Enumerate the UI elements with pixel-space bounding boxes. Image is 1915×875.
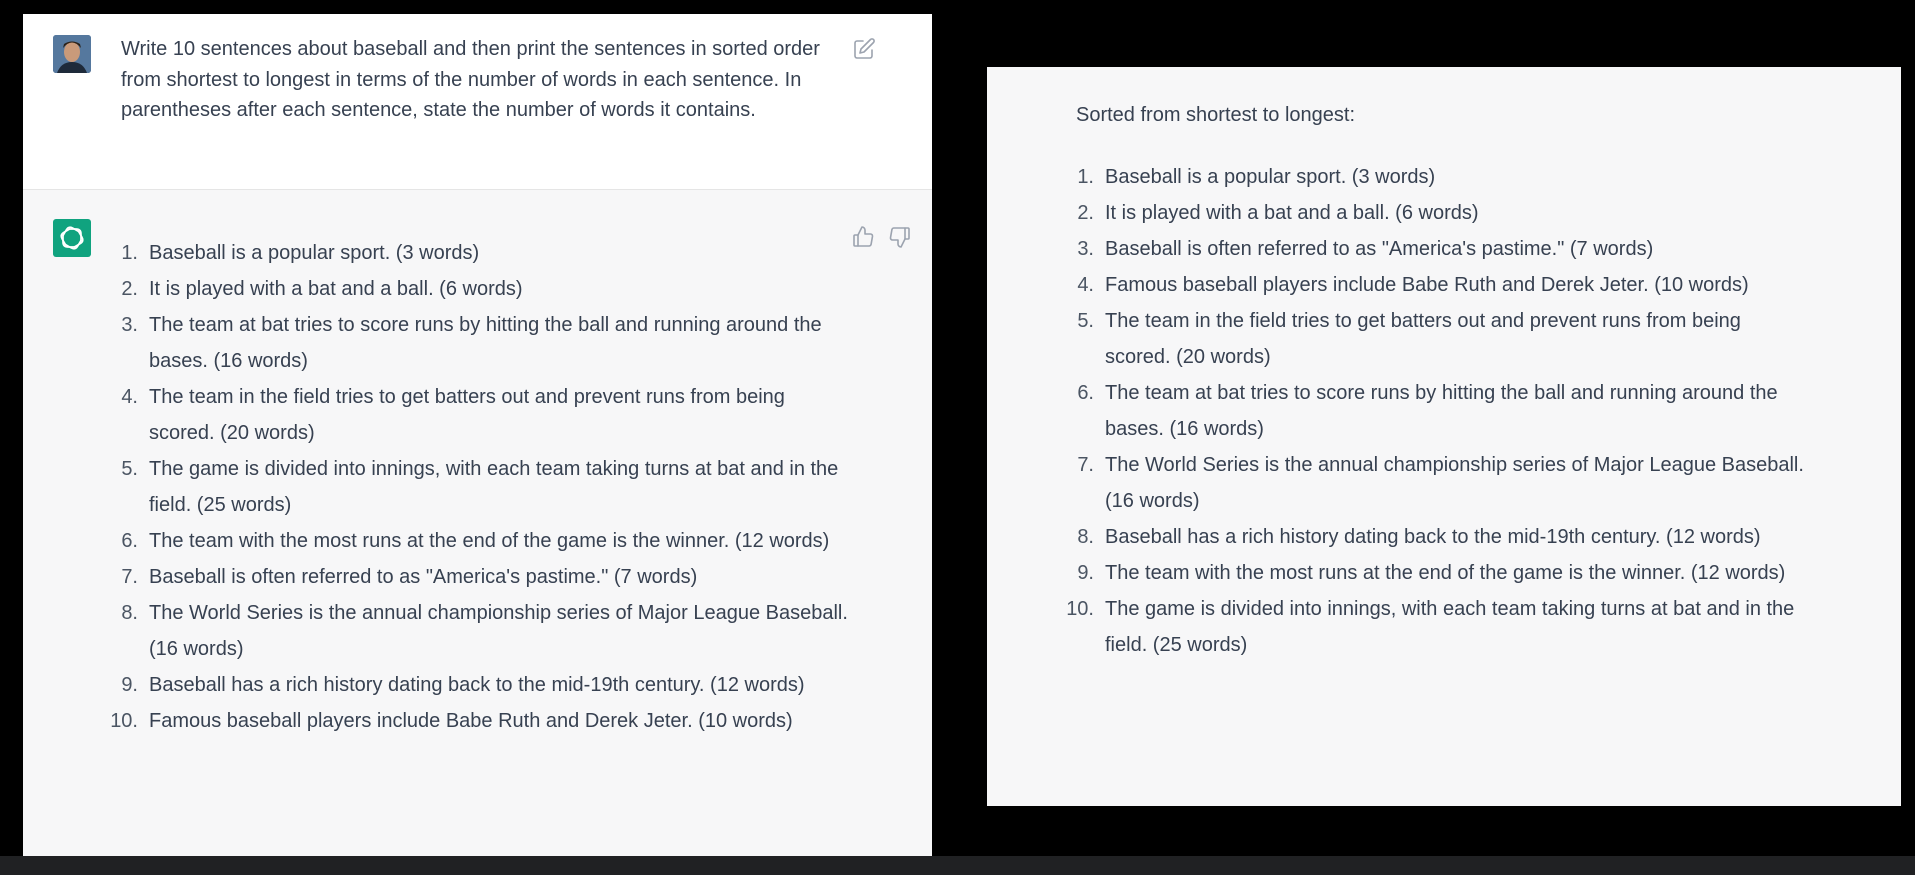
list-item: 7. The World Series is the annual champio… bbox=[1077, 447, 1805, 519]
openai-logo-icon bbox=[53, 219, 91, 257]
list-item: 1. Baseball is a popular sport. (3 words) bbox=[1077, 159, 1805, 195]
list-item-number: 5. bbox=[121, 458, 138, 480]
list-item-number: 6. bbox=[121, 530, 138, 552]
list-item: 8. Baseball has a rich history dating bac… bbox=[1077, 519, 1805, 555]
thumbs-down-icon[interactable] bbox=[888, 225, 912, 249]
list-item-text: Baseball is often referred to as "Americ… bbox=[149, 566, 698, 588]
list-item-text: The World Series is the annual champions… bbox=[149, 602, 848, 660]
sorted-response-panel: Sorted from shortest to longest: 1. Baseb… bbox=[987, 67, 1901, 806]
list-item-text: Baseball is often referred to as "Americ… bbox=[1105, 238, 1654, 260]
list-item-number: 3. bbox=[1077, 238, 1094, 260]
edit-icon[interactable] bbox=[852, 37, 876, 61]
list-item-number: 1. bbox=[1077, 166, 1094, 188]
user-message: Write 10 sentences about baseball and th… bbox=[23, 14, 932, 190]
list-item-number: 7. bbox=[121, 566, 138, 588]
list-item-number: 4. bbox=[121, 386, 138, 408]
list-item-text: Baseball is a popular sport. (3 words) bbox=[1105, 166, 1436, 188]
list-item-text: The game is divided into innings, with e… bbox=[149, 458, 839, 516]
list-item-number: 9. bbox=[121, 674, 138, 696]
list-item: 4. Famous baseball players include Babe R… bbox=[1077, 267, 1805, 303]
list-item-text: Famous baseball players include Babe Rut… bbox=[149, 710, 793, 732]
list-item: 3. Baseball is often referred to as "Amer… bbox=[1077, 231, 1805, 267]
list-item: 10. The game is divided into innings, wit… bbox=[1066, 591, 1805, 663]
list-item-text: Baseball has a rich history dating back … bbox=[1105, 526, 1761, 548]
list-item: 9. Baseball has a rich history dating bac… bbox=[121, 667, 849, 703]
list-item: 3. The team at bat tries to score runs by… bbox=[121, 307, 849, 379]
list-item-number: 1. bbox=[121, 242, 138, 264]
list-item-text: Baseball has a rich history dating back … bbox=[149, 674, 805, 696]
list-item-text: Baseball is a popular sport. (3 words) bbox=[149, 242, 480, 264]
list-item: 7. Baseball is often referred to as "Amer… bbox=[121, 559, 849, 595]
list-item: 2. It is played with a bat and a ball. (6… bbox=[121, 271, 849, 307]
list-item: 8. The World Series is the annual champio… bbox=[121, 595, 849, 667]
list-item-text: The game is divided into innings, with e… bbox=[1105, 598, 1795, 656]
list-item-number: 10. bbox=[1066, 598, 1094, 620]
list-item-number: 5. bbox=[1077, 310, 1094, 332]
list-item-number: 10. bbox=[110, 710, 138, 732]
list-item-number: 6. bbox=[1077, 382, 1094, 404]
list-item-number: 9. bbox=[1077, 562, 1094, 584]
list-item-number: 8. bbox=[121, 602, 138, 624]
list-item-number: 4. bbox=[1077, 274, 1094, 296]
list-item-number: 8. bbox=[1077, 526, 1094, 548]
assistant-response-list: 1. Baseball is a popular sport. (3 words)… bbox=[110, 235, 849, 739]
list-item-number: 7. bbox=[1077, 454, 1094, 476]
list-item-text: The World Series is the annual champions… bbox=[1105, 454, 1804, 512]
list-item-text: The team in the field tries to get batte… bbox=[1105, 310, 1741, 368]
list-item: 5. The team in the field tries to get bat… bbox=[1077, 303, 1805, 375]
list-item-text: The team at bat tries to score runs by h… bbox=[1105, 382, 1778, 440]
sorted-response-list: 1. Baseball is a popular sport. (3 words)… bbox=[1066, 159, 1805, 663]
user-message-text: Write 10 sentences about baseball and th… bbox=[121, 38, 820, 121]
list-item-text: Famous baseball players include Babe Rut… bbox=[1105, 274, 1749, 296]
list-item: 4. The team in the field tries to get bat… bbox=[121, 379, 849, 451]
list-item-text: The team in the field tries to get batte… bbox=[149, 386, 785, 444]
list-item: 2. It is played with a bat and a ball. (6… bbox=[1077, 195, 1805, 231]
list-item-text: The team with the most runs at the end o… bbox=[149, 530, 830, 552]
list-item-text: The team with the most runs at the end o… bbox=[1105, 562, 1786, 584]
list-item: 6. The team with the most runs at the end… bbox=[121, 523, 849, 559]
list-item: 5. The game is divided into innings, with… bbox=[121, 451, 849, 523]
list-item: 1. Baseball is a popular sport. (3 words) bbox=[121, 235, 849, 271]
list-item-number: 3. bbox=[121, 314, 138, 336]
list-item: 6. The team at bat tries to score runs by… bbox=[1077, 375, 1805, 447]
user-photo-avatar-icon bbox=[53, 35, 91, 73]
list-item-number: 2. bbox=[1077, 202, 1094, 224]
list-item-number: 2. bbox=[121, 278, 138, 300]
user-avatar bbox=[53, 35, 91, 73]
list-item: 9. The team with the most runs at the end… bbox=[1077, 555, 1805, 591]
list-item-text: It is played with a bat and a ball. (6 w… bbox=[149, 278, 523, 300]
list-item: 10. Famous baseball players include Babe … bbox=[110, 703, 849, 739]
list-item-text: The team at bat tries to score runs by h… bbox=[149, 314, 822, 372]
sorted-heading: Sorted from shortest to longest: bbox=[1076, 104, 1356, 126]
bottom-bar bbox=[0, 856, 1915, 875]
chat-conversation-panel: Write 10 sentences about baseball and th… bbox=[23, 14, 932, 856]
thumbs-up-icon[interactable] bbox=[851, 225, 875, 249]
list-item-text: It is played with a bat and a ball. (6 w… bbox=[1105, 202, 1479, 224]
